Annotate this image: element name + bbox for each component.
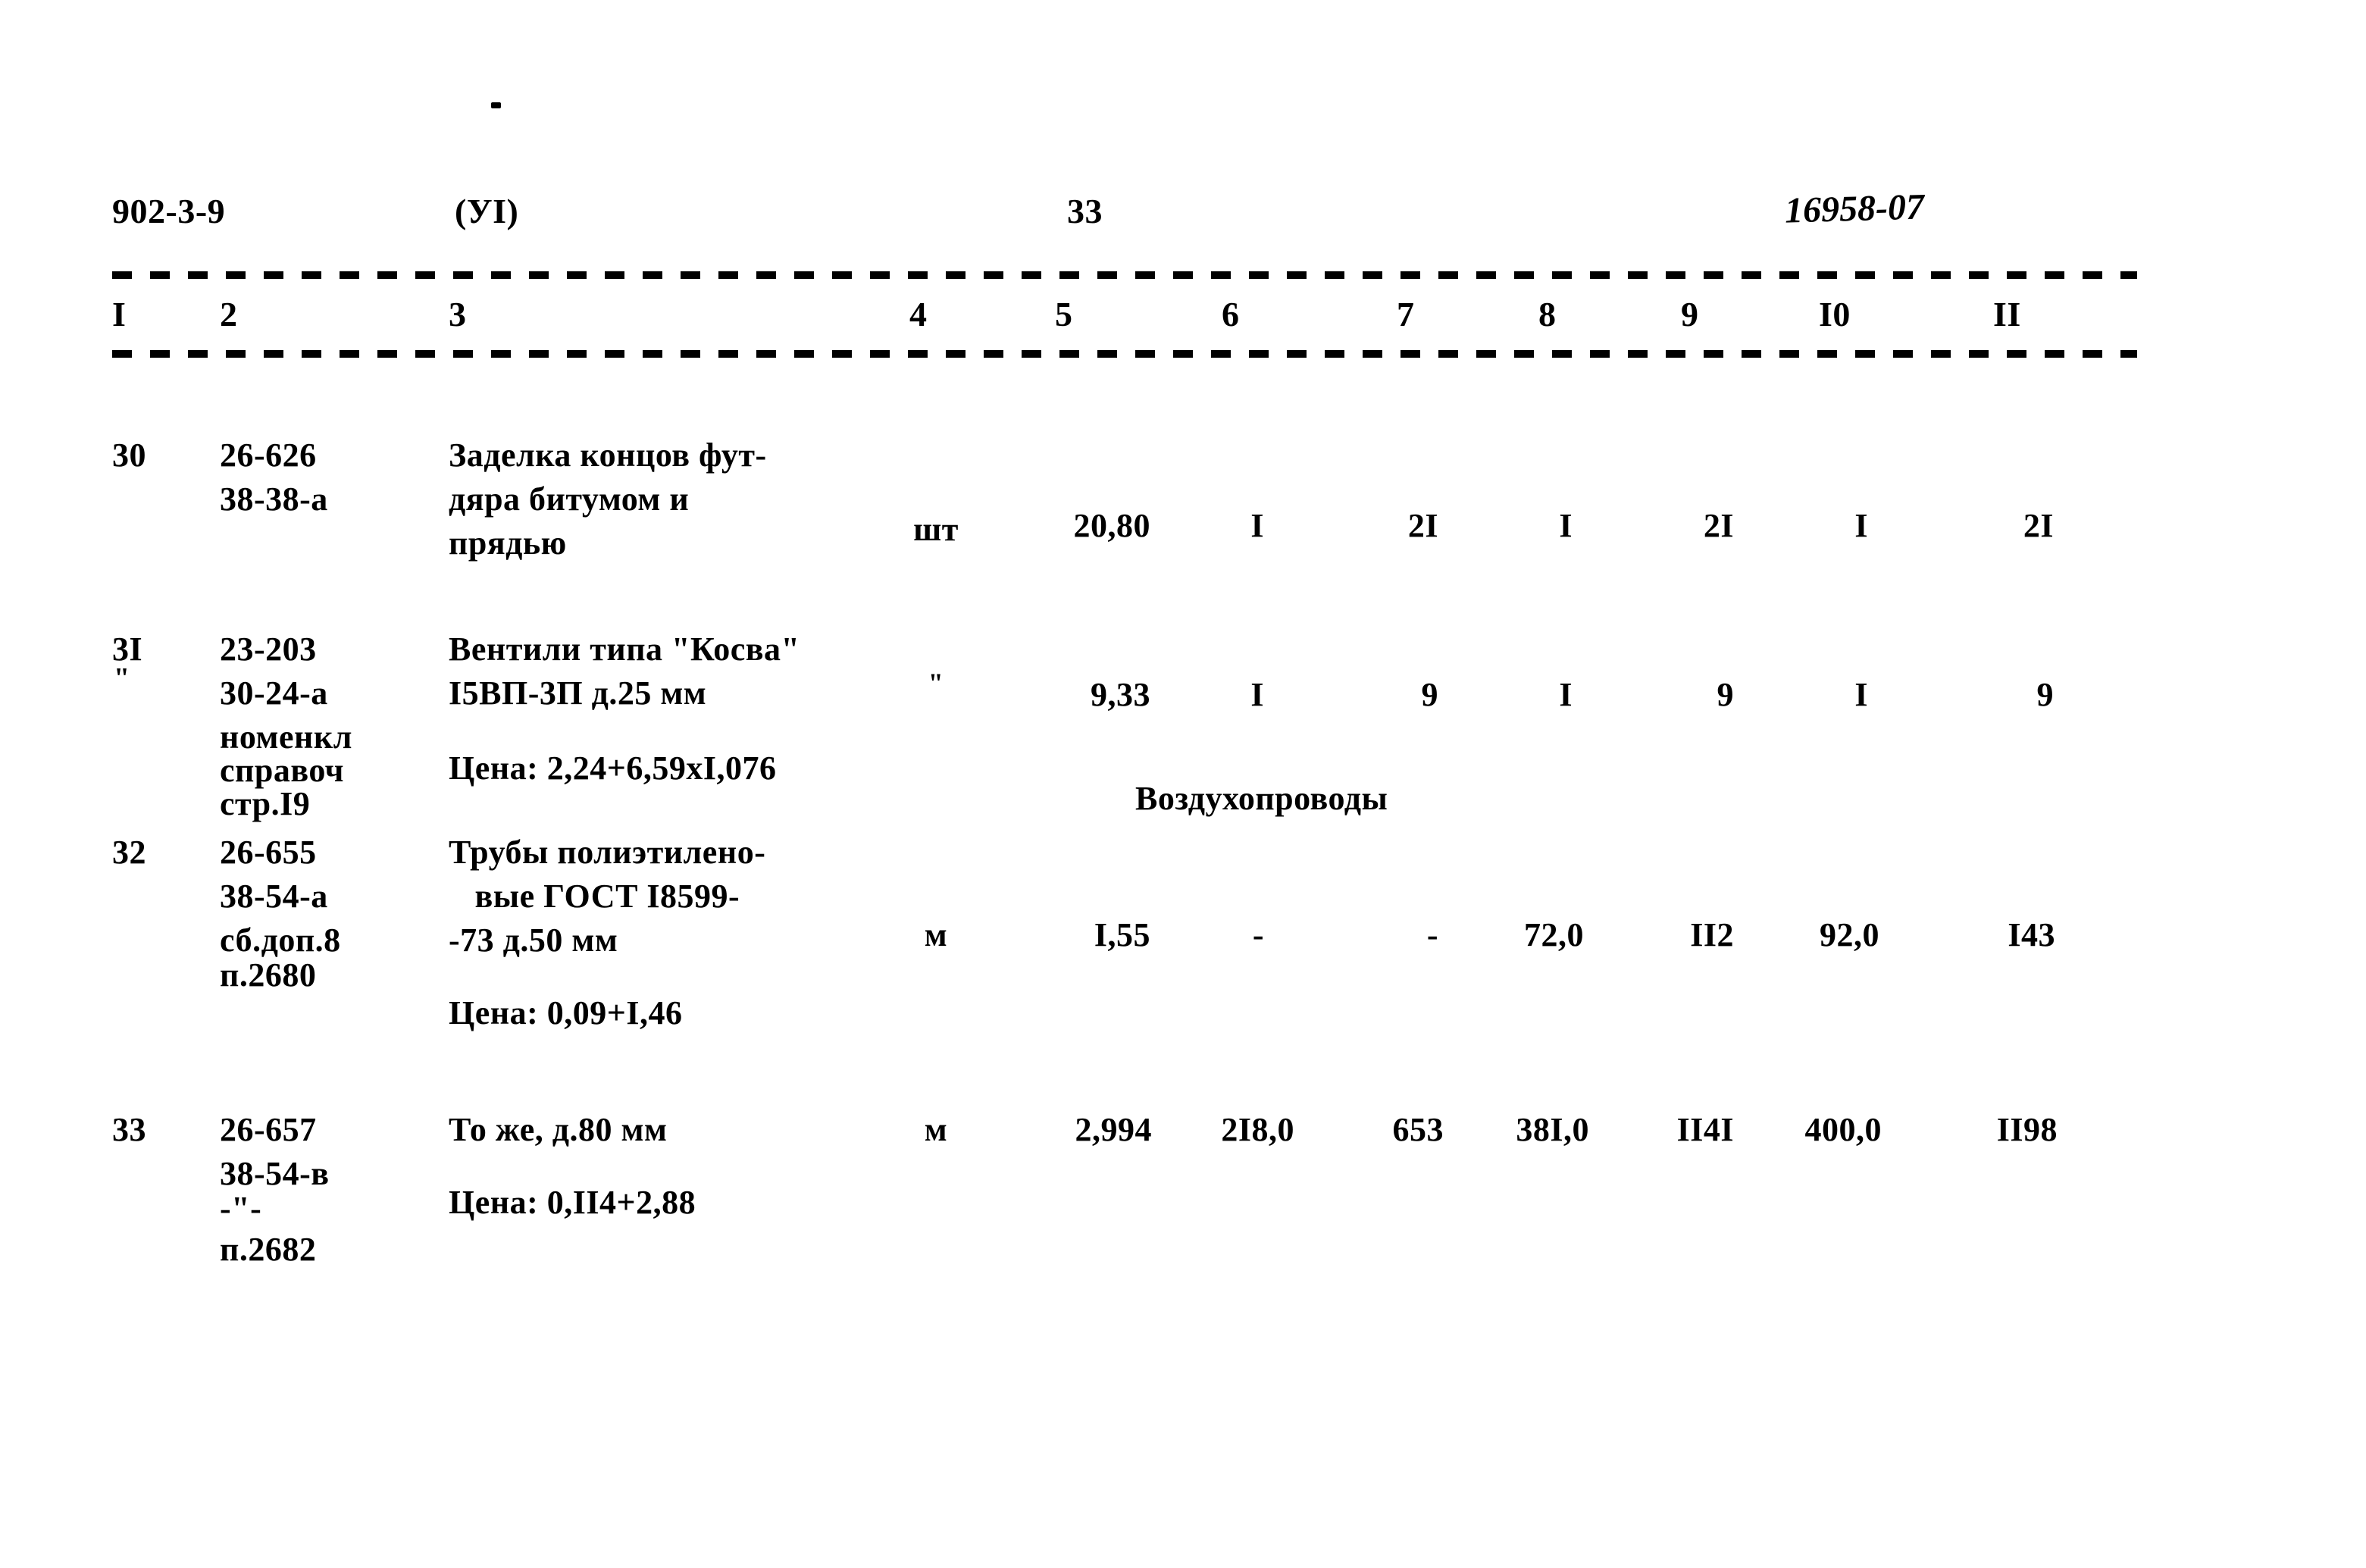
column-header-9: 9 (1681, 295, 1699, 333)
column-header-11: II (1993, 295, 2021, 333)
row-code-line: 38-54-а (220, 878, 328, 915)
row-value-7: 9 (1421, 676, 1438, 713)
column-header-2: 2 (220, 295, 238, 333)
row-code-line: 38-38-а (220, 480, 328, 518)
column-header-10: I0 (1819, 295, 1851, 333)
row-unit: шт (913, 511, 959, 548)
row-code-line: 26-655 (220, 834, 317, 871)
column-header-8: 8 (1538, 295, 1557, 333)
column-header-4: 4 (909, 295, 928, 333)
row-code-line: 23-203 (220, 631, 317, 668)
row-value-8: 38I,0 (1516, 1111, 1589, 1148)
row-value-9: 9 (1717, 676, 1734, 713)
table-rule-bottom (112, 350, 2137, 358)
row-value-9: II4I (1676, 1111, 1734, 1148)
row-value-6: I (1250, 676, 1264, 713)
row-value-11: II98 (1996, 1111, 2058, 1148)
table-section-title: Воздухопроводы (1135, 780, 1388, 817)
row-description-line: Заделка концов фут- (449, 437, 767, 474)
row-position-ditto-mark: " (114, 662, 130, 694)
row-position: 33 (112, 1111, 146, 1148)
row-value-5: 20,80 (1073, 507, 1150, 544)
row-value-10: 92,0 (1820, 916, 1879, 953)
column-header-3: 3 (449, 295, 467, 333)
row-description-line: Трубы полиэтилено- (449, 834, 766, 871)
row-value-5: 2,994 (1075, 1111, 1152, 1148)
document-code: 902-3-9 (112, 192, 226, 230)
row-value-8: I (1559, 676, 1573, 713)
row-value-10: I (1854, 507, 1868, 544)
page-number: 33 (1067, 192, 1103, 230)
archive-stamp: 16958-07 (1784, 186, 1925, 231)
column-header-1: I (112, 295, 127, 333)
row-unit: м (924, 1111, 948, 1148)
row-value-6: I (1250, 507, 1264, 544)
row-code-line: 26-657 (220, 1111, 317, 1148)
row-value-11: 9 (2036, 676, 2054, 713)
document-page: 902-3-9 (УI) 33 16958-07 I 2 3 4 5 6 7 8… (0, 0, 2366, 1568)
row-unit: м (924, 916, 948, 953)
row-price: Цена: 2,24+6,59хI,076 (449, 750, 777, 787)
row-code-line: 30-24-а (220, 674, 328, 712)
column-header-5: 5 (1055, 295, 1073, 333)
row-value-10: I (1854, 676, 1868, 713)
column-header-6: 6 (1222, 295, 1240, 333)
row-unit: " (928, 668, 944, 698)
row-code-line: -"- (220, 1190, 262, 1227)
row-price: Цена: 0,II4+2,88 (449, 1184, 696, 1221)
row-value-11: I43 (2008, 916, 2055, 953)
row-value-5: I,55 (1094, 916, 1150, 953)
row-code-line: стр.I9 (220, 785, 311, 822)
row-value-6: - (1252, 916, 1264, 953)
row-value-11: 2I (2023, 507, 2054, 544)
row-value-7: - (1426, 916, 1438, 953)
row-position: 32 (112, 834, 146, 871)
row-value-9: 2I (1703, 507, 1734, 544)
row-price: Цена: 0,09+I,46 (449, 994, 683, 1031)
row-value-10: 400,0 (1804, 1111, 1882, 1148)
row-value-5: 9,33 (1091, 676, 1150, 713)
section-number: (УI) (455, 192, 519, 230)
row-value-6: 2I8,0 (1221, 1111, 1294, 1148)
row-value-7: 653 (1392, 1111, 1444, 1148)
row-position: 30 (112, 437, 146, 474)
table-rule-top (112, 271, 2137, 279)
row-value-7: 2I (1407, 507, 1438, 544)
row-code-line: п.2680 (220, 956, 317, 994)
row-code-line: 26-626 (220, 437, 317, 474)
scan-speck (491, 102, 501, 108)
column-header-7: 7 (1397, 295, 1415, 333)
row-description-line: вые ГОСТ I8599- (449, 878, 740, 915)
row-value-8: 72,0 (1524, 916, 1584, 953)
row-value-9: II2 (1690, 916, 1734, 953)
row-code-line: п.2682 (220, 1231, 317, 1268)
row-value-8: I (1559, 507, 1573, 544)
